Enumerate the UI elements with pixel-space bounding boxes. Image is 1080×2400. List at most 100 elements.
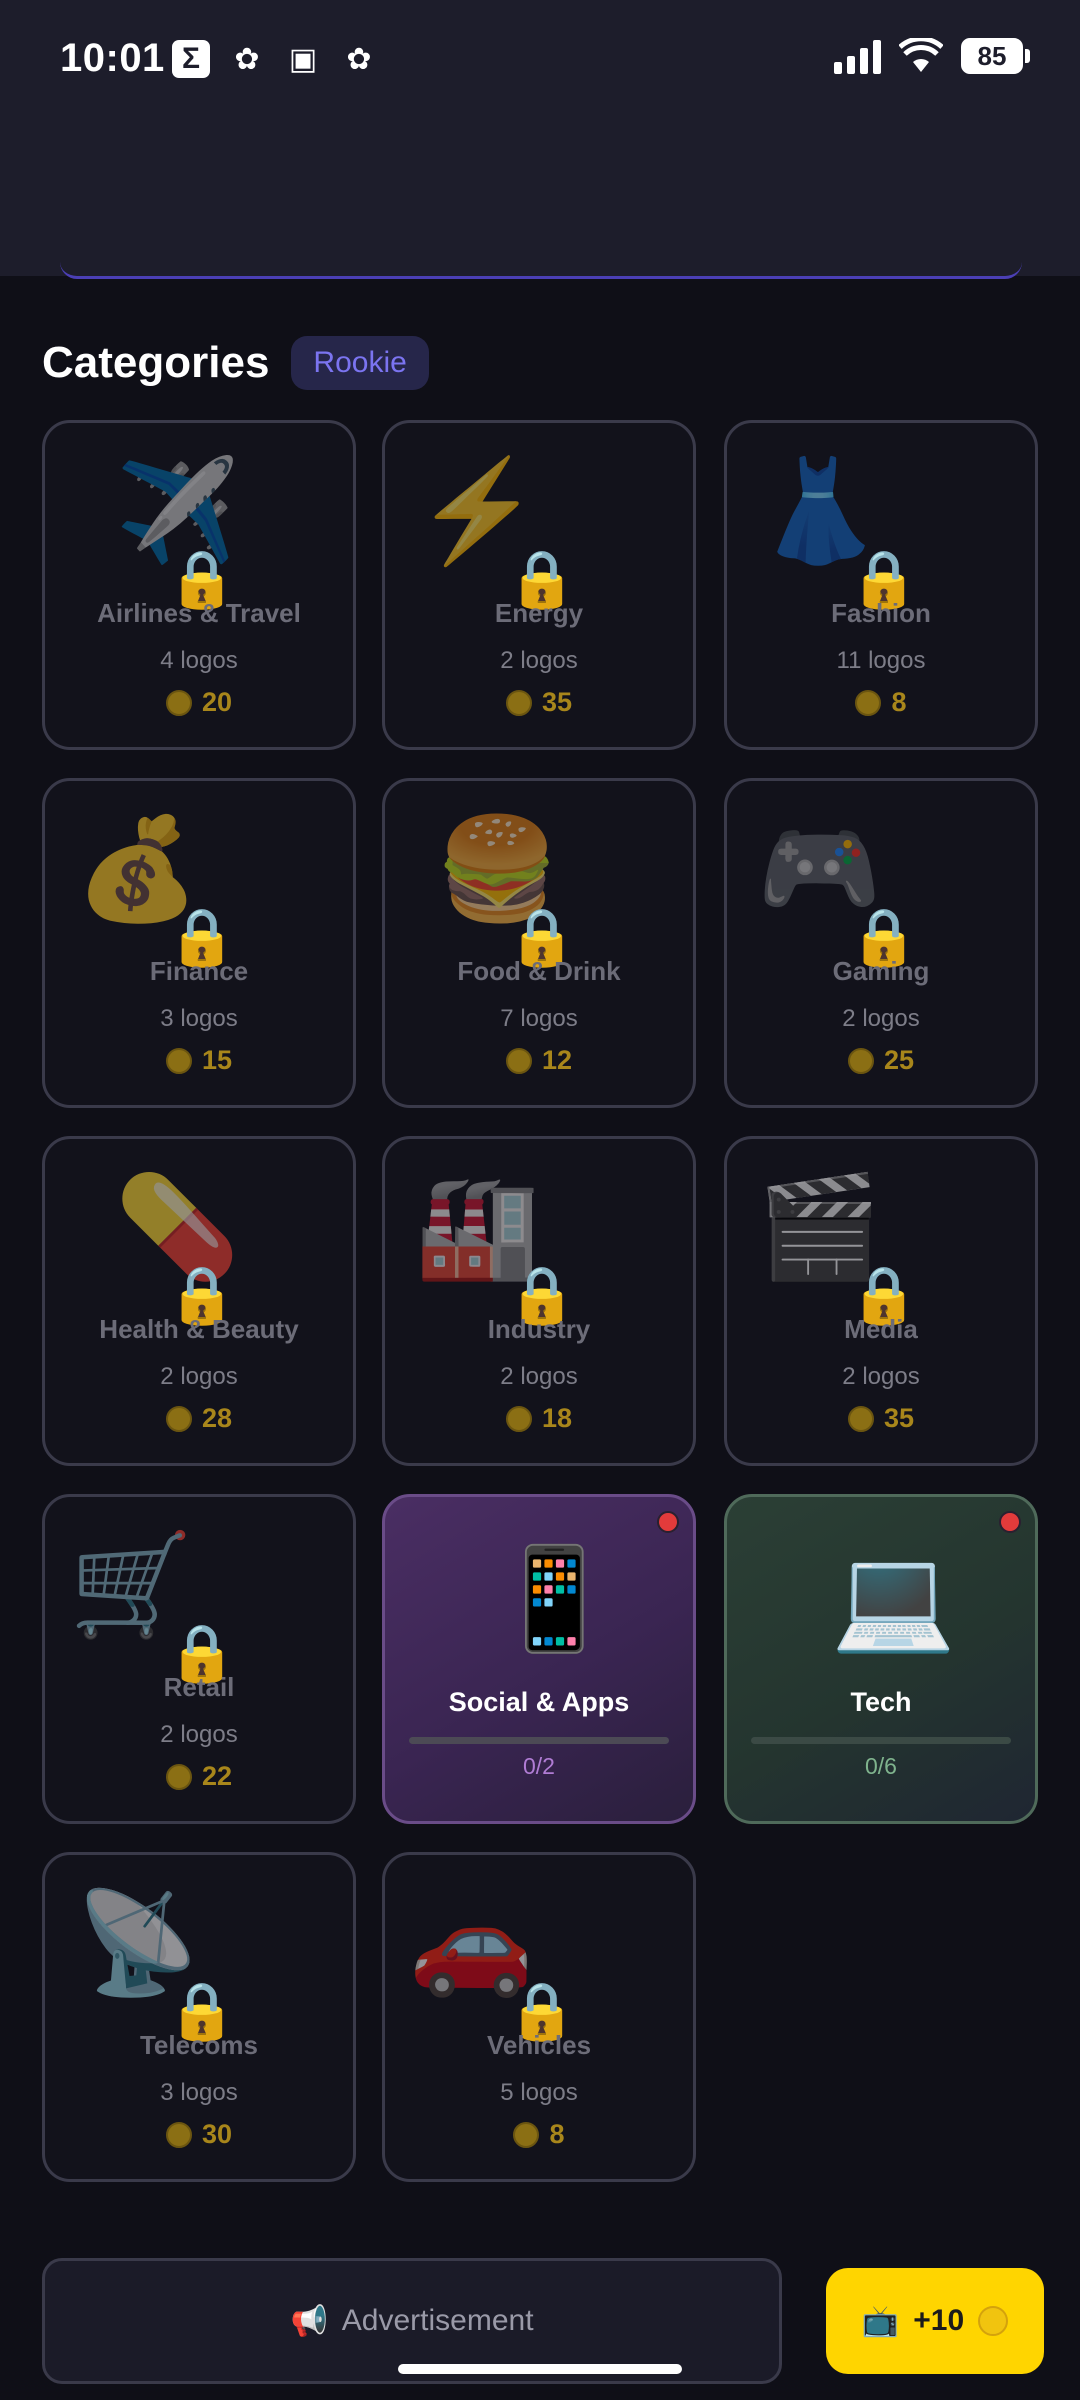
progress-bar — [751, 1737, 1011, 1744]
category-name: Energy — [494, 598, 584, 628]
coin-icon — [847, 1405, 874, 1432]
bug-icon: ✿ — [234, 42, 260, 76]
category-card-vehicles[interactable]: 🚗 🔒 Vehicles 5 logos 8 — [382, 1852, 696, 2182]
category-name: Media — [844, 1314, 918, 1344]
new-indicator-dot — [657, 1511, 679, 1533]
advertisement-label: Advertisement — [341, 2304, 534, 2337]
dress-icon: 👗 — [757, 455, 882, 567]
progress-text: 0/2 — [523, 1753, 555, 1779]
unlock-price: 28 — [45, 1403, 353, 1434]
unlock-price: 20 — [45, 687, 353, 718]
logo-count: 3 logos — [160, 2079, 238, 2106]
category-name: Finance — [149, 956, 249, 986]
category-card-airlines-travel[interactable]: ✈️ 🔒 Airlines & Travel 4 logos 20 — [42, 420, 356, 750]
coin-icon — [505, 689, 532, 716]
logo-count: 2 logos — [500, 1363, 578, 1390]
categories-header: Categories Rookie — [42, 336, 429, 390]
unlock-price: 15 — [45, 1045, 353, 1076]
category-card-tech[interactable]: 💻 Tech 0/6 — [724, 1494, 1038, 1824]
category-card-gaming[interactable]: 🎮 🔒 Gaming 2 logos 25 — [724, 778, 1038, 1108]
unlock-price: 18 — [385, 1403, 693, 1434]
coin-icon — [513, 2121, 540, 2148]
unlock-price: 22 — [45, 1761, 353, 1792]
category-name: Airlines & Travel — [97, 598, 301, 628]
coin-icon — [165, 689, 192, 716]
coin-icon — [165, 1763, 192, 1790]
satellite-dish-icon: 📡 — [75, 1887, 200, 1999]
clock: 10:01 — [60, 36, 165, 80]
category-card-social-apps[interactable]: 📱 Social & Apps 0/2 — [382, 1494, 696, 1824]
pill-icon: 💊 — [115, 1171, 240, 1283]
money-bag-icon: 💰 — [75, 813, 200, 925]
unlock-price: 8 — [385, 2119, 693, 2150]
wifi-icon — [899, 38, 943, 72]
category-name: Tech — [850, 1687, 912, 1717]
unlock-price: 35 — [727, 1403, 1035, 1434]
category-name: Food & Drink — [457, 956, 621, 986]
logo-count: 2 logos — [160, 1721, 238, 1748]
category-name: Retail — [163, 1672, 235, 1702]
new-indicator-dot — [999, 1511, 1021, 1533]
bug-icon: ✿ — [346, 42, 372, 76]
factory-icon: 🏭 — [415, 1171, 540, 1283]
cart-icon: 🛒 — [69, 1529, 194, 1641]
unlock-price: 35 — [385, 687, 693, 718]
sigma-app-icon: Σ — [172, 40, 210, 78]
category-card-health-beauty[interactable]: 💊 🔒 Health & Beauty 2 logos 28 — [42, 1136, 356, 1466]
coin-icon — [505, 1047, 532, 1074]
logo-count: 2 logos — [500, 647, 578, 674]
unlock-price: 8 — [727, 687, 1035, 718]
coin-icon — [165, 1405, 192, 1432]
category-card-media[interactable]: 🎬 🔒 Media 2 logos 35 — [724, 1136, 1038, 1466]
logo-count: 4 logos — [160, 647, 238, 674]
burger-icon: 🍔 — [435, 813, 560, 925]
system-status: 85 — [834, 38, 1030, 74]
gamepad-icon: 🎮 — [757, 813, 882, 925]
logo-count: 2 logos — [842, 1005, 920, 1032]
notification-icons: Σ ✿ ▣ ✿ — [172, 40, 378, 78]
coin-icon — [165, 2121, 192, 2148]
airplane-icon: ✈️ — [115, 455, 240, 567]
category-card-telecoms[interactable]: 📡 🔒 Telecoms 3 logos 30 — [42, 1852, 356, 2182]
watch-ad-reward-button[interactable]: 📺 +10 — [826, 2268, 1044, 2374]
lightning-icon: ⚡ — [415, 455, 540, 567]
logo-count: 5 logos — [500, 2079, 578, 2106]
category-name: Fashion — [831, 598, 931, 628]
device-icon: ▣ — [288, 42, 318, 76]
category-name: Industry — [487, 1314, 591, 1344]
coin-icon — [165, 1047, 192, 1074]
category-card-food-drink[interactable]: 🍔 🔒 Food & Drink 7 logos 12 — [382, 778, 696, 1108]
laptop-icon: 💻 — [831, 1543, 956, 1655]
home-indicator[interactable] — [398, 2364, 682, 2374]
category-name: Vehicles — [486, 2030, 592, 2060]
reward-amount: +10 — [913, 2304, 965, 2337]
coin-icon — [847, 1047, 874, 1074]
signal-icon — [834, 38, 881, 74]
megaphone-icon: 📢 — [290, 2304, 328, 2338]
category-card-industry[interactable]: 🏭 🔒 Industry 2 logos 18 — [382, 1136, 696, 1466]
status-bar: 10:01 Σ ✿ ▣ ✿ 85 — [0, 0, 1080, 279]
clapperboard-icon: 🎬 — [757, 1171, 882, 1283]
category-card-finance[interactable]: 💰 🔒 Finance 3 logos 15 — [42, 778, 356, 1108]
logo-count: 7 logos — [500, 1005, 578, 1032]
level-badge: Rookie — [291, 336, 429, 390]
logo-count: 11 logos — [836, 647, 926, 674]
battery-icon: 85 — [961, 38, 1030, 74]
search-panel-edge — [60, 262, 1022, 279]
category-card-energy[interactable]: ⚡ 🔒 Energy 2 logos 35 — [382, 420, 696, 750]
coin-icon — [855, 689, 882, 716]
logo-count: 2 logos — [160, 1363, 238, 1390]
phone-icon: 📱 — [492, 1543, 617, 1655]
category-name: Social & Apps — [448, 1687, 630, 1717]
category-name: Telecoms — [139, 2030, 258, 2060]
category-name: Gaming — [832, 956, 930, 986]
logo-count: 2 logos — [842, 1363, 920, 1390]
unlock-price: 30 — [45, 2119, 353, 2150]
category-name: Health & Beauty — [99, 1314, 299, 1344]
unlock-price: 25 — [727, 1045, 1035, 1076]
progress-bar — [409, 1737, 669, 1744]
coin-icon — [505, 1405, 532, 1432]
category-card-retail[interactable]: 🛒 🔒 Retail 2 logos 22 — [42, 1494, 356, 1824]
tv-icon: 📺 — [861, 2304, 900, 2338]
category-card-fashion[interactable]: 👗 🔒 Fashion 11 logos 8 — [724, 420, 1038, 750]
